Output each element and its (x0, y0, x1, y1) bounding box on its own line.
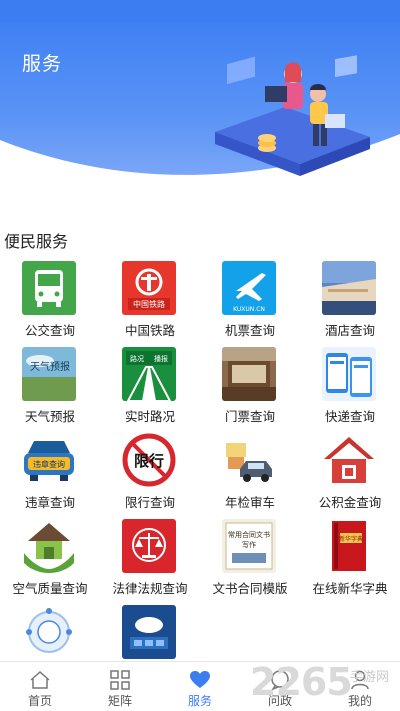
bus-icon (22, 261, 76, 315)
government-service-icon (22, 605, 76, 659)
service-label: 违章查询 (24, 495, 75, 510)
service-label: 天气预报 (24, 409, 75, 424)
dictionary-icon: 新华字典 (322, 519, 376, 573)
tab-home[interactable]: 首页 (0, 662, 80, 711)
airplane-icon: KUXUN.CN (222, 261, 276, 315)
service-dictionary[interactable]: 新华字典 在线新华字典 (300, 516, 400, 602)
office-people-illustration-icon (215, 55, 370, 176)
service-label: 空气质量查询 (12, 581, 88, 596)
home-icon (30, 670, 50, 689)
hotel-icon (322, 261, 376, 315)
service-inspection[interactable]: 年检审车 (200, 430, 300, 516)
service-label: 限行查询 (124, 495, 175, 510)
watermark-text: 手游网 (350, 670, 390, 685)
service-contract[interactable]: 常用合同文书 写作 文书合同模版 (200, 516, 300, 602)
heart-icon (190, 671, 210, 688)
service-hotel[interactable]: 酒店查询 (300, 258, 400, 344)
service-weather[interactable]: 天气预报 天气预报 (0, 344, 100, 430)
ticket-icon (222, 347, 276, 401)
contract-text-line2: 写作 (242, 540, 256, 549)
service-label: 酒店查询 (324, 323, 375, 338)
service-label: 门票查询 (224, 409, 275, 424)
service-label: 实时路况 (124, 409, 175, 424)
air-quality-icon (22, 519, 76, 573)
service-road[interactable]: 路况 播报 实时路况 (100, 344, 200, 430)
tab-matrix[interactable]: 矩阵 (80, 662, 160, 711)
restriction-text: 限行 (134, 452, 164, 470)
contract-text-line1: 常用合同文书 (228, 530, 270, 539)
airline-text: KUXUN.CN (233, 306, 265, 313)
watermark-number: 2265 (250, 660, 353, 704)
service-label: 中国铁路 (124, 323, 175, 338)
weather-icon: 天气预报 (22, 347, 76, 401)
dictionary-text: 新华字典 (339, 535, 363, 543)
law-icon (122, 519, 176, 573)
housing-fund-icon (322, 433, 376, 487)
cloud-service-icon (122, 605, 176, 659)
service-label: 机票查询 (224, 323, 275, 338)
car-inspection-icon (222, 433, 276, 487)
service-restriction[interactable]: 限行 限行查询 (100, 430, 200, 516)
service-label: 快递查询 (324, 409, 375, 424)
violation-text: 违章查询 (33, 459, 65, 469)
service-label: 年检审车 (224, 495, 275, 510)
service-housing-fund[interactable]: 公积金查询 (300, 430, 400, 516)
tab-label: 矩阵 (107, 694, 132, 708)
grid-icon (110, 670, 130, 690)
service-label: 公积金查询 (318, 495, 382, 510)
tab-service[interactable]: 服务 (160, 662, 240, 711)
violation-icon: 违章查询 (22, 433, 76, 487)
china-railway-icon: 中国铁路 (122, 261, 176, 315)
railway-text: 中国铁路 (133, 299, 165, 309)
page-title: 服务 (22, 53, 63, 75)
service-violation[interactable]: 违章查询 违章查询 (0, 430, 100, 516)
service-bus[interactable]: 公交查询 (0, 258, 100, 344)
watermark-logo: 2265 手游网 (248, 660, 400, 711)
status-bar (0, 0, 400, 22)
service-label: 法律法规查询 (112, 581, 188, 596)
service-express[interactable]: 快递查询 (300, 344, 400, 430)
road-condition-icon: 路况 播报 (122, 347, 176, 401)
service-air-quality[interactable]: 空气质量查询 (0, 516, 100, 602)
contract-template-icon: 常用合同文书 写作 (222, 519, 276, 573)
tab-label: 服务 (187, 694, 212, 708)
hero-banner: 服务 (0, 22, 400, 182)
road-left-text: 路况 (130, 354, 144, 363)
section-title: 便民服务 (4, 232, 69, 251)
express-icon (322, 347, 376, 401)
service-flight[interactable]: KUXUN.CN 机票查询 (200, 258, 300, 344)
service-label: 文书合同模版 (212, 581, 288, 596)
weather-text: 天气预报 (30, 360, 70, 373)
service-railway[interactable]: 中国铁路 中国铁路 (100, 258, 200, 344)
traffic-restriction-icon: 限行 (122, 433, 176, 487)
service-label: 在线新华字典 (312, 581, 388, 596)
road-right-text: 播报 (154, 354, 168, 363)
service-law[interactable]: 法律法规查询 (100, 516, 200, 602)
service-ticket[interactable]: 门票查询 (200, 344, 300, 430)
tab-label: 首页 (27, 694, 52, 708)
service-label: 公交查询 (24, 323, 75, 338)
